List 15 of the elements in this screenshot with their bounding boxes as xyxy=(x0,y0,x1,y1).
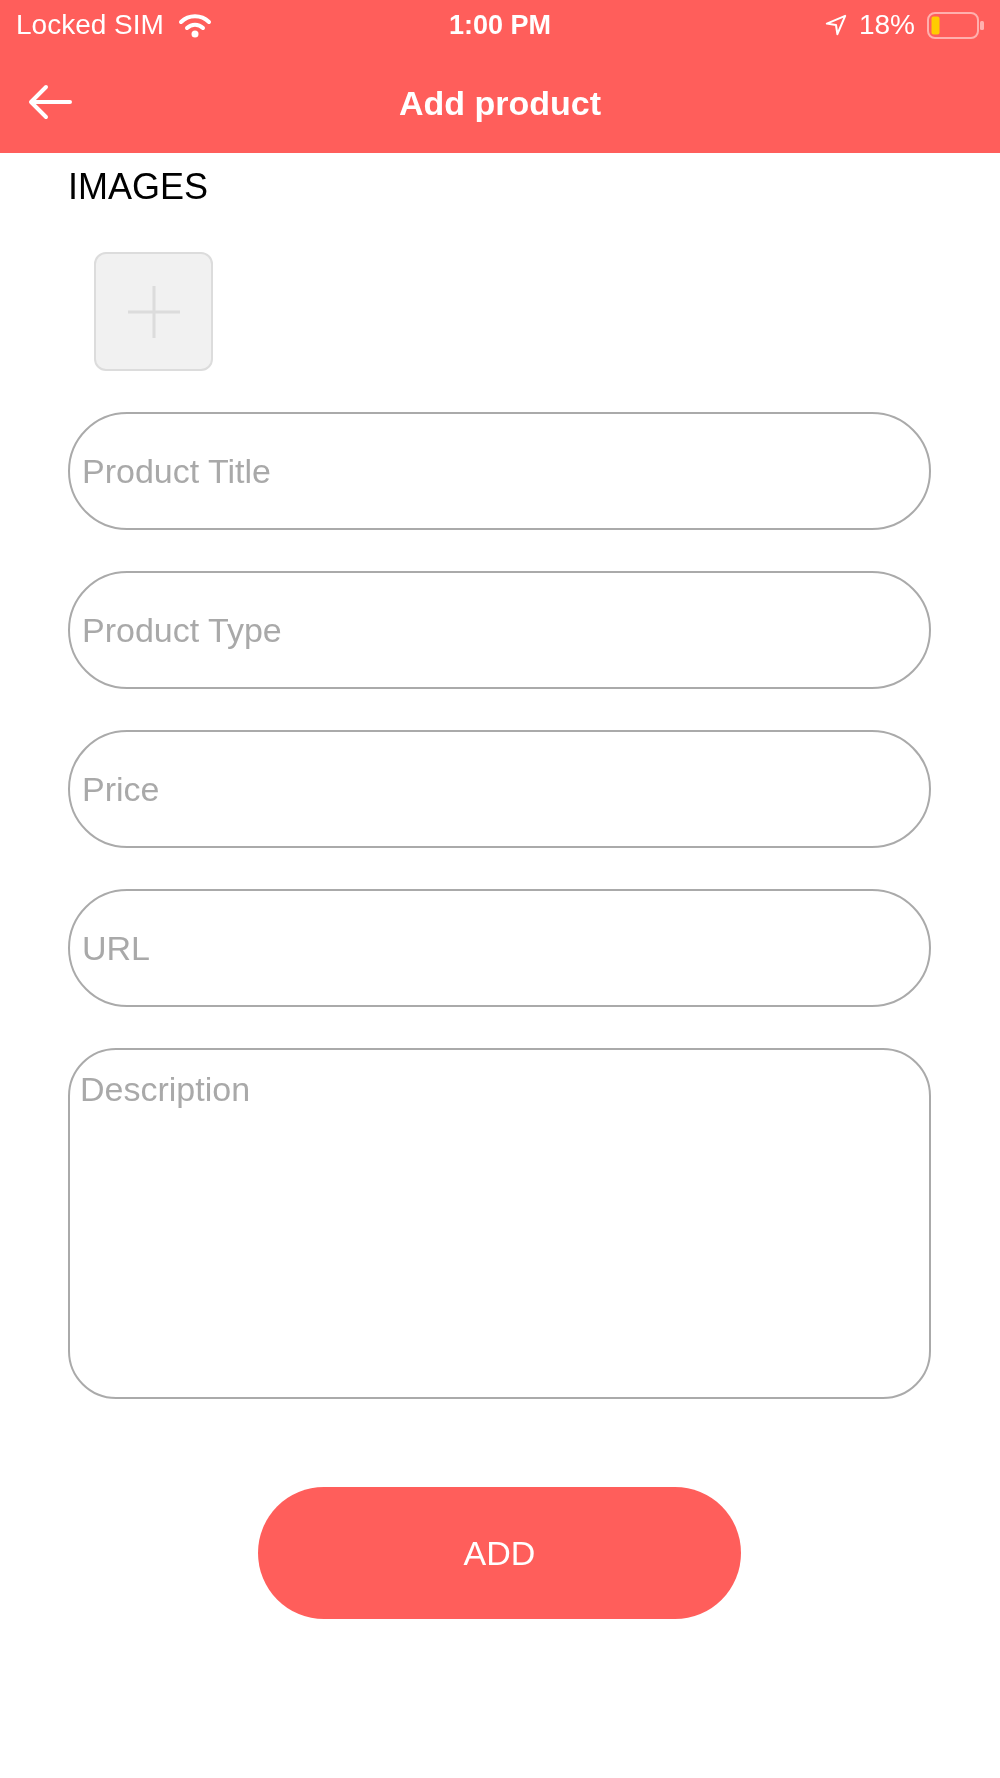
description-text-area[interactable]: Description xyxy=(68,1048,931,1399)
screen-title: Add product xyxy=(398,84,602,123)
add-button[interactable]: ADD xyxy=(258,1487,741,1619)
text-input-field[interactable]: Product Title xyxy=(68,412,931,530)
text-input-field[interactable]: Product Type xyxy=(68,571,931,689)
carrier-name: Locked SIM xyxy=(16,9,164,41)
text-input-field[interactable]: Price xyxy=(68,730,931,848)
back-arrow-icon[interactable] xyxy=(28,83,72,120)
text-input-field[interactable]: URL xyxy=(68,889,931,1007)
battery-icon xyxy=(927,11,984,39)
clock-time: 1:00 PM xyxy=(448,9,551,41)
battery-percent: 18% xyxy=(858,9,915,41)
images-label: IMAGES xyxy=(68,165,209,208)
location-arrow-icon xyxy=(824,14,847,36)
wifi-icon xyxy=(177,12,212,38)
